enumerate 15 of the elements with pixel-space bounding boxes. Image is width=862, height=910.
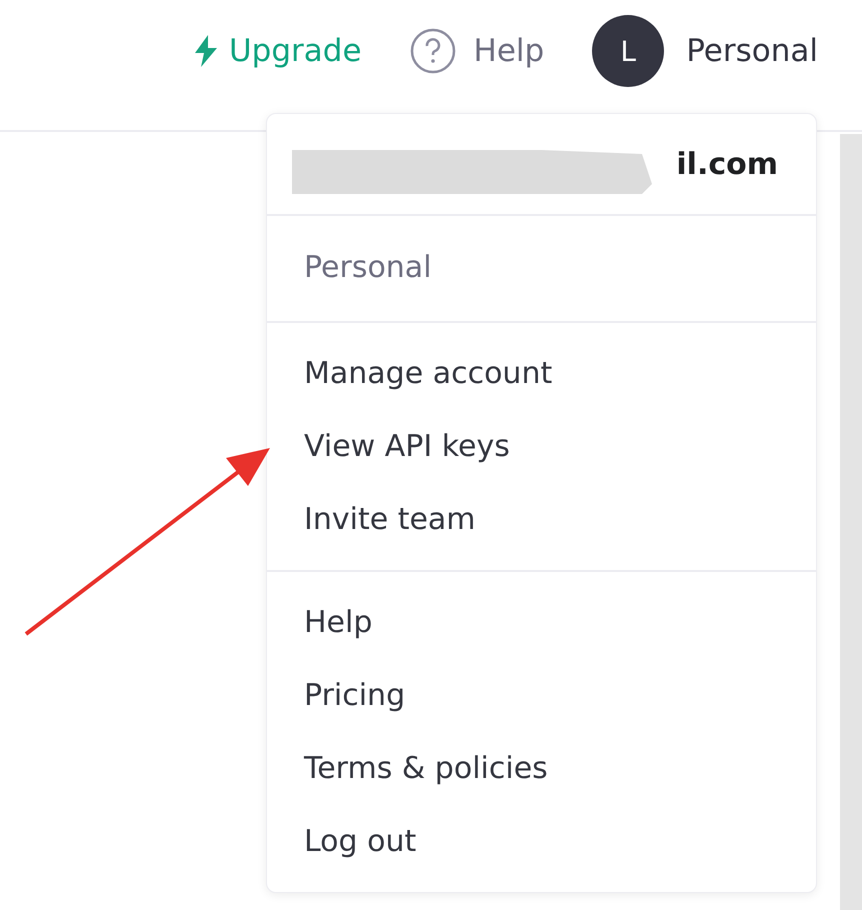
account-email: il.com [676,146,778,182]
scrollbar[interactable] [840,134,862,910]
menu-item[interactable]: Manage account [267,337,816,410]
help-icon [410,28,456,74]
help-link[interactable]: Help [410,28,544,74]
menu-item[interactable]: Help [267,586,816,659]
menu-item[interactable]: View API keys [267,410,816,483]
menu-item[interactable]: Log out [267,805,816,878]
avatar: L [592,15,664,87]
menu-item[interactable]: Terms & policies [267,732,816,805]
menu-item[interactable]: Pricing [267,659,816,732]
organization-name: Personal [303,249,433,287]
account-menu-button[interactable]: L Personal [592,15,818,87]
menu-item[interactable]: Invite team [267,483,816,556]
lightning-icon [192,35,219,67]
